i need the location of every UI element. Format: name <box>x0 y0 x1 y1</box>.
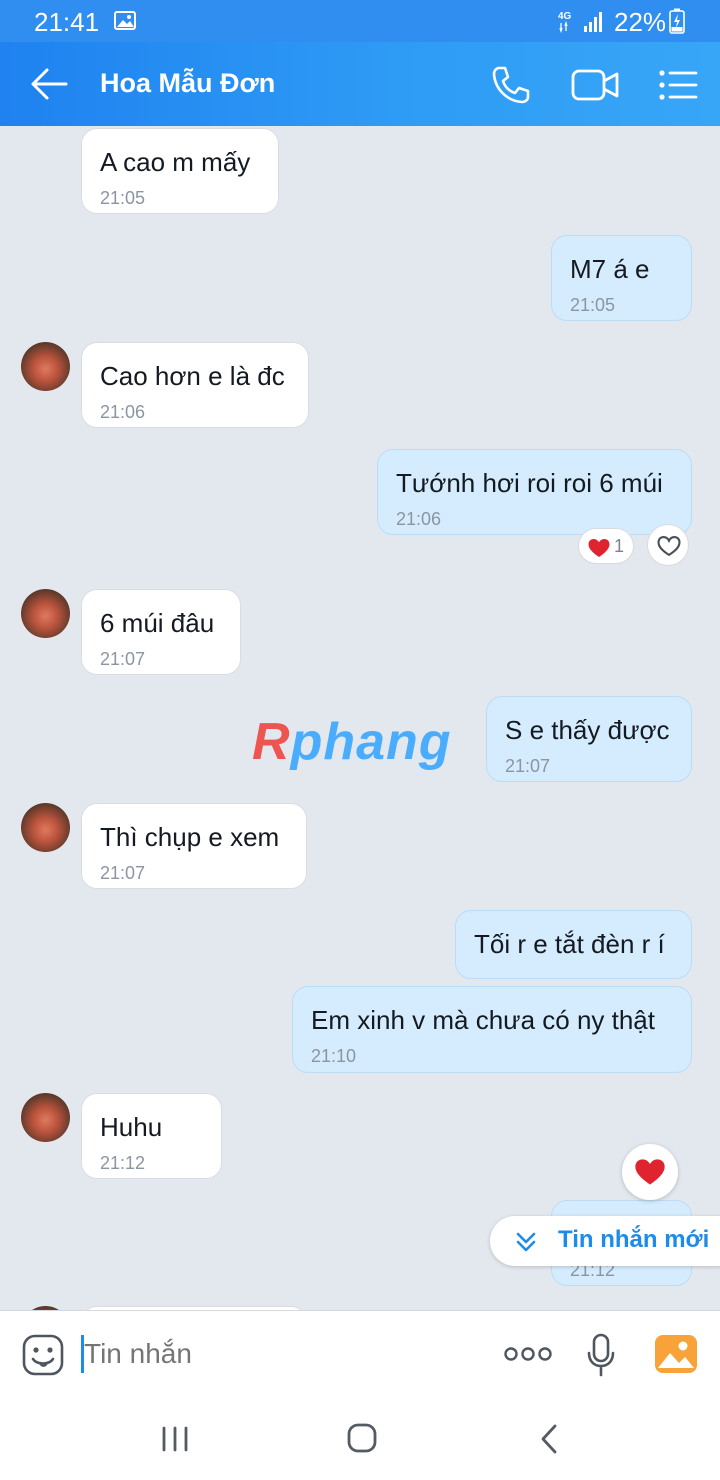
message-text: Cao hơn e là đc <box>100 361 285 391</box>
incoming-message[interactable]: Cao hơn e là đc 21:06 <box>81 342 309 428</box>
chat-header: Hoa Mẫu Đơn <box>0 42 720 126</box>
message-input[interactable] <box>84 1338 464 1370</box>
network-type: 4G <box>558 11 572 22</box>
sticker-emoji-icon[interactable] <box>22 1334 64 1376</box>
microphone-icon[interactable] <box>586 1333 616 1377</box>
outgoing-message[interactable]: Tối r e tắt đèn r í <box>455 910 692 979</box>
message-text: Em xinh v mà chưa có ny thật <box>311 1005 655 1035</box>
incoming-message[interactable]: Thì chụp e xem 21:07 <box>81 803 307 889</box>
message-time: 21:07 <box>505 756 551 776</box>
message-time: 21:06 <box>396 509 442 529</box>
recent-apps-icon[interactable] <box>161 1426 189 1452</box>
message-text: Thì chụp e xem <box>100 822 280 852</box>
new-messages-button[interactable]: Tin nhắn mới <box>490 1216 720 1266</box>
contact-avatar[interactable] <box>21 589 70 638</box>
message-time: 21:10 <box>311 1046 357 1066</box>
video-call-icon[interactable] <box>570 66 620 104</box>
quick-heart-reaction-button[interactable] <box>622 1144 678 1200</box>
message-time: 21:12 <box>100 1153 146 1173</box>
message-time: 21:06 <box>100 402 146 422</box>
outgoing-message[interactable]: S e thấy được 21:07 <box>486 696 692 782</box>
back-arrow-icon[interactable] <box>30 67 68 101</box>
new-messages-label: Tin nhắn mới <box>558 1226 710 1253</box>
menu-list-icon[interactable] <box>658 68 698 102</box>
more-options-icon[interactable] <box>504 1345 552 1363</box>
watermark-logo: Rphang <box>252 713 452 771</box>
photo-gallery-icon[interactable] <box>654 1334 698 1374</box>
message-composer <box>0 1310 720 1398</box>
message-time: 21:05 <box>100 188 146 208</box>
outgoing-message[interactable]: M7 á e 21:05 <box>551 235 692 321</box>
message-time: 21:07 <box>100 863 146 883</box>
heart-outline-icon <box>657 536 681 557</box>
contact-avatar[interactable] <box>21 1093 70 1142</box>
message-text: A cao m mấy <box>100 147 251 177</box>
reaction-count: 1 <box>614 536 625 556</box>
message-time: 21:07 <box>100 649 146 669</box>
battery-charging-icon <box>669 8 685 34</box>
incoming-message[interactable]: Huhu 21:12 <box>81 1093 222 1179</box>
message-text: 6 múi đâu <box>100 608 215 638</box>
incoming-message[interactable]: A cao m mấy 21:05 <box>81 128 279 214</box>
message-text: Huhu <box>100 1112 163 1142</box>
incoming-message[interactable]: 6 múi đâu 21:07 <box>81 589 241 675</box>
status-time: 21:41 <box>34 7 100 37</box>
add-reaction-button[interactable] <box>647 524 689 566</box>
contact-avatar[interactable] <box>21 803 70 852</box>
outgoing-message[interactable]: Em xinh v mà chưa có ny thật 21:10 <box>292 986 692 1073</box>
signal-icon: 4G <box>558 11 602 33</box>
status-bar: 21:41 4G 22% <box>0 0 720 42</box>
message-text: Tối r e tắt đèn r í <box>474 929 665 959</box>
system-navigation-bar <box>0 1398 720 1480</box>
heart-icon <box>635 1159 665 1185</box>
heart-reaction-icon <box>588 538 610 558</box>
contact-avatar[interactable] <box>21 342 70 391</box>
message-text: S e thấy được <box>505 715 670 745</box>
gallery-notification-icon <box>114 11 136 30</box>
message-time: 21:05 <box>570 295 616 315</box>
message-text: M7 á e <box>570 254 650 284</box>
chat-messages-area[interactable]: A cao m mấy 21:05 M7 á e 21:05 Cao hơn e… <box>0 126 720 1310</box>
message-text: Tướnh hơi roi roi 6 múi <box>396 468 663 498</box>
battery-percent: 22% <box>614 7 667 37</box>
home-icon[interactable] <box>347 1423 377 1453</box>
outgoing-message[interactable]: Tướnh hơi roi roi 6 múi 21:06 <box>377 449 692 535</box>
nav-back-icon[interactable] <box>540 1424 558 1454</box>
phone-call-icon[interactable] <box>490 64 532 106</box>
reaction-count-badge[interactable]: 1 <box>578 528 634 564</box>
double-chevron-down-icon <box>516 1232 536 1252</box>
contact-name[interactable]: Hoa Mẫu Đơn <box>100 68 275 99</box>
